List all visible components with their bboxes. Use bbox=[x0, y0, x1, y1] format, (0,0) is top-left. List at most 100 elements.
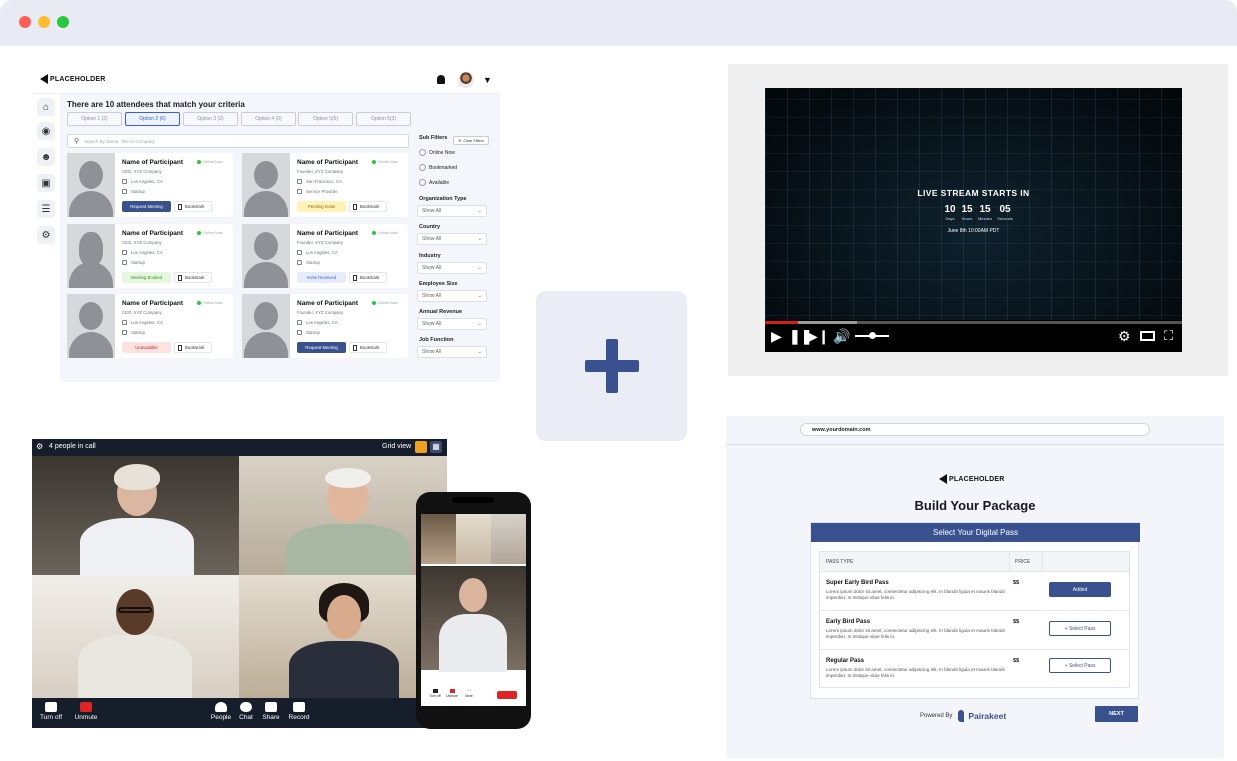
logo-text: PLACEHOLDER bbox=[949, 475, 1005, 483]
grid-view-label: Grid view bbox=[382, 443, 412, 450]
employee-size-select[interactable]: Show All ⌄ bbox=[417, 290, 487, 302]
filter-radio-available[interactable]: Available bbox=[419, 179, 449, 186]
unavailable-button[interactable]: Unavailable bbox=[122, 342, 171, 353]
bookmark-button[interactable]: Bookmark bbox=[349, 342, 387, 353]
avatar[interactable] bbox=[458, 72, 474, 88]
next-icon[interactable]: ▶❙ bbox=[807, 328, 830, 344]
settings-icon[interactable]: ⚙ bbox=[1118, 328, 1131, 344]
participant-name[interactable]: Name of Participant bbox=[122, 159, 183, 166]
pending-invite-button[interactable]: Pending Invite bbox=[297, 201, 346, 212]
unmute-button[interactable]: Unmute bbox=[72, 702, 100, 721]
participant-name[interactable]: Name of Participant bbox=[122, 300, 183, 307]
request-meeting-button[interactable]: Request Meeting bbox=[122, 201, 171, 212]
close-window-button[interactable] bbox=[19, 16, 31, 28]
industry-text: Startup bbox=[131, 260, 145, 265]
filter-radio-bookmarked[interactable]: Bookmarked bbox=[419, 164, 457, 171]
option-tab[interactable]: Option 4 (0) bbox=[241, 112, 296, 126]
invite-received-button[interactable]: Invite Received bbox=[297, 272, 346, 283]
online-status: Online Now bbox=[197, 301, 223, 305]
bookmark-button[interactable]: Bookmark bbox=[174, 342, 212, 353]
search-input[interactable]: ⚲ Search By Name, Title or Company bbox=[67, 134, 409, 148]
bookmark-button[interactable]: Bookmark bbox=[349, 201, 387, 212]
database-icon[interactable]: ☰ bbox=[37, 200, 55, 218]
progress-bar[interactable] bbox=[765, 321, 1182, 324]
pass-card: Select Your Digital Pass PASS TYPE PRICE… bbox=[810, 522, 1140, 699]
bell-icon[interactable] bbox=[437, 75, 445, 84]
participant-industry: Startup bbox=[297, 260, 320, 265]
job-function-select[interactable]: Show All ⌄ bbox=[417, 346, 487, 358]
participant-name[interactable]: Name of Participant bbox=[297, 230, 358, 237]
next-button[interactable]: NEXT bbox=[1095, 706, 1138, 722]
chat-button[interactable]: Chat bbox=[236, 702, 256, 721]
share-button[interactable]: Share bbox=[260, 702, 282, 721]
phone-participant-tile[interactable] bbox=[456, 514, 491, 564]
participant-tile[interactable] bbox=[32, 575, 239, 698]
bookmark-button[interactable]: Bookmark bbox=[174, 201, 212, 212]
collage: PLACEHOLDER ▼ ⌂ ◉ ☻ ▣ ☰ ⚙ There are 10 a… bbox=[0, 0, 1237, 761]
phone-turn-off-button[interactable]: Turn off bbox=[428, 689, 442, 698]
added-button[interactable]: Added bbox=[1049, 582, 1111, 597]
speaker-view-toggle[interactable] bbox=[415, 441, 427, 453]
building-icon bbox=[122, 260, 127, 265]
annual-revenue-select[interactable]: Show All ⌄ bbox=[417, 318, 487, 330]
building-icon bbox=[297, 189, 302, 194]
select-pass-button[interactable]: + Select Pass bbox=[1049, 658, 1111, 673]
option-tab[interactable]: Option 5(6) bbox=[298, 112, 353, 126]
volume-knob[interactable] bbox=[869, 332, 876, 339]
countdown-unit: Seconds bbox=[997, 216, 1013, 221]
bookmark-button[interactable]: Bookmark bbox=[174, 272, 212, 283]
video-player[interactable]: LIVE STREAM STARTS IN 10 Days 15 Hours 15 M… bbox=[765, 88, 1182, 352]
chevron-down-icon[interactable]: ▼ bbox=[483, 75, 492, 85]
globe-icon[interactable]: ◉ bbox=[37, 122, 55, 140]
participant-title: Founder, XYZ Company bbox=[297, 310, 344, 315]
phone-unmute-button[interactable]: Unmute bbox=[445, 689, 459, 698]
request-meeting-button[interactable]: Request Meeting bbox=[297, 342, 346, 353]
record-button[interactable]: Record bbox=[286, 702, 312, 721]
turn-off-camera-button[interactable]: Turn off bbox=[38, 702, 64, 721]
gear-icon[interactable]: ⚙ bbox=[37, 226, 55, 244]
bookmark-icon bbox=[353, 203, 357, 210]
phone-speaker-tile[interactable] bbox=[421, 566, 526, 672]
pass-description: Lorem ipsum dolor sit amet, consectetur … bbox=[826, 589, 1005, 601]
participant-name[interactable]: Name of Participant bbox=[122, 230, 183, 237]
url-bar[interactable]: www.yourdomain.com bbox=[800, 423, 1150, 436]
option-tab[interactable]: Option 5(3) bbox=[356, 112, 411, 126]
volume-icon[interactable]: 🔊 bbox=[833, 328, 850, 344]
gear-icon[interactable]: ⚙ bbox=[36, 442, 43, 451]
logo[interactable]: PLACEHOLDER bbox=[40, 74, 105, 84]
filter-label: Job Function bbox=[419, 337, 454, 343]
meeting-booked-button[interactable]: Meeting Booked bbox=[122, 272, 171, 283]
participant-tile[interactable] bbox=[32, 456, 239, 575]
dashboard-sidebar: ⌂ ◉ ☻ ▣ ☰ ⚙ bbox=[32, 94, 60, 382]
phone-leave-button[interactable] bbox=[497, 691, 517, 699]
clear-filters-label: Clear Filters bbox=[463, 138, 484, 143]
minimize-window-button[interactable] bbox=[38, 16, 50, 28]
clear-filters-button[interactable]: ✕ Clear Filters bbox=[453, 136, 489, 145]
participant-name[interactable]: Name of Participant bbox=[297, 300, 358, 307]
theater-icon[interactable] bbox=[1140, 331, 1155, 341]
phone-participant-tile[interactable] bbox=[421, 514, 456, 564]
home-icon[interactable]: ⌂ bbox=[37, 98, 55, 116]
chat-icon[interactable]: ▣ bbox=[37, 174, 55, 192]
people-button[interactable]: People bbox=[209, 702, 233, 721]
people-icon[interactable]: ☻ bbox=[37, 148, 55, 166]
industry-select[interactable]: Show All ⌄ bbox=[417, 262, 487, 274]
phone-participant-tile[interactable] bbox=[491, 514, 526, 564]
filter-radio-online[interactable]: Online Now bbox=[419, 149, 455, 156]
option-tab[interactable]: Option 1 (2) bbox=[67, 112, 122, 126]
control-label: Record bbox=[288, 714, 310, 721]
play-icon[interactable]: ▶ bbox=[771, 328, 782, 344]
grid-view-toggle[interactable]: ▦ bbox=[430, 441, 442, 453]
country-select[interactable]: Show All ⌄ bbox=[417, 233, 487, 245]
powered-by: Powered By Pairakeet bbox=[920, 710, 1006, 722]
select-pass-button[interactable]: + Select Pass bbox=[1049, 621, 1111, 636]
fullscreen-icon[interactable]: ⛶ bbox=[1164, 328, 1173, 344]
phone-more-button[interactable]: ⋯ More bbox=[463, 689, 475, 699]
participant-name[interactable]: Name of Participant bbox=[297, 159, 358, 166]
option-tab[interactable]: Option 3 (2) bbox=[183, 112, 238, 126]
maximize-window-button[interactable] bbox=[57, 16, 69, 28]
bookmark-button[interactable]: Bookmark bbox=[349, 272, 387, 283]
camera-icon bbox=[432, 689, 438, 693]
organization-type-select[interactable]: Show All ⌄ bbox=[417, 205, 487, 217]
option-tab-active[interactable]: Option 2 (6) bbox=[125, 112, 180, 126]
